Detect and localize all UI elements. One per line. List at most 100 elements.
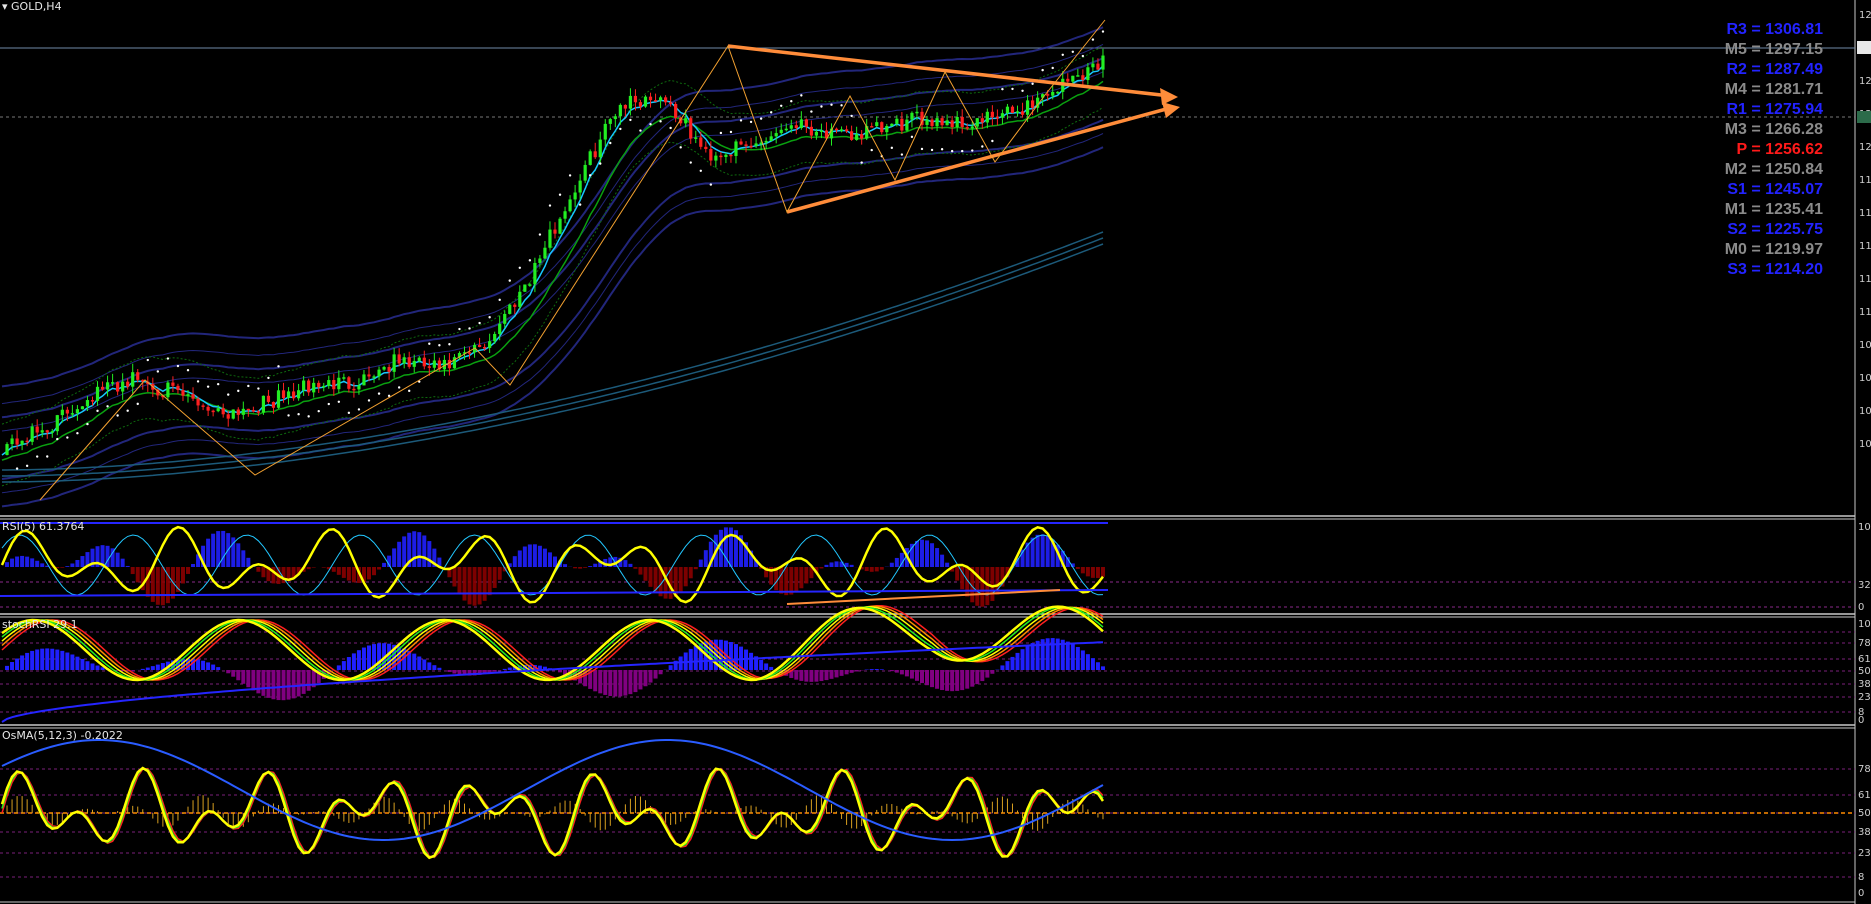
rsi-histogram-bar [789, 567, 794, 595]
rsi-histogram-bar [487, 567, 492, 596]
candle-body [392, 354, 396, 372]
sar-dot [206, 385, 210, 388]
candle-body [256, 411, 260, 413]
stoch-histogram-bar [1045, 638, 1050, 670]
sar-dot [961, 149, 964, 153]
rsi-histogram-bar [427, 541, 432, 567]
stoch-histogram-bar [593, 670, 598, 692]
stoch-histogram-bar [55, 649, 60, 670]
rsi-histogram-bar [10, 558, 15, 567]
stoch-histogram-bar [623, 670, 628, 696]
sar-dot [1051, 66, 1054, 70]
rsi-histogram-bar [537, 545, 542, 567]
stoch-histogram-bar [90, 663, 95, 670]
rsi-histogram-bar [1045, 536, 1050, 567]
stoch-histogram-bar [60, 650, 65, 670]
price-chart[interactable]: RSI(5) 61.3764 stochRSI 29.1 OsMA(5,12,3… [0, 0, 1871, 904]
stoch-histogram-bar [824, 670, 829, 681]
candle-body [397, 354, 401, 364]
candle-body [669, 102, 673, 104]
candle-body [1020, 111, 1025, 115]
candle-body [1015, 111, 1020, 113]
sar-dot [870, 148, 873, 152]
candle-body [538, 258, 542, 263]
sar-dot [277, 365, 280, 368]
candle-body [216, 408, 220, 412]
rsi-histogram-bar [990, 567, 995, 601]
stoch-histogram-bar [1015, 652, 1020, 670]
rsi-histogram-bar [35, 560, 40, 567]
rsi-histogram-bar [583, 567, 588, 568]
rsi-axis-tick: 32 [1858, 580, 1871, 591]
stoch-histogram-bar [336, 665, 341, 670]
osma-axis-tick: 23.6 [1858, 848, 1871, 859]
candle-body [246, 408, 250, 411]
rsi-histogram-bar [914, 540, 919, 567]
candle-body [166, 382, 170, 398]
indicator-axes: 10032010078.661.85038.223.68078.661.8503… [1858, 522, 1871, 899]
stoch-histogram-bar [1090, 658, 1095, 670]
stoch-histogram-bar [15, 658, 20, 670]
sar-dot [397, 386, 401, 389]
sar-dot [840, 104, 843, 107]
candle-body [297, 390, 301, 399]
rsi-histogram-bar [532, 544, 537, 567]
osma-axis-tick: 61.8 [1858, 790, 1871, 801]
candle-body [206, 406, 210, 411]
candle-body [60, 409, 64, 416]
rsi-histogram-bar [482, 567, 487, 601]
sar-dot [830, 103, 833, 106]
candle-body [85, 400, 90, 407]
candle-body [15, 438, 19, 445]
stoch-histogram-bar [759, 659, 764, 670]
candle-body [789, 125, 793, 129]
candle-body [1081, 75, 1085, 81]
price-axis-tick: 11 [1859, 208, 1871, 219]
stoch-histogram-bar [874, 669, 879, 670]
candle-body [744, 144, 748, 146]
stoch-histogram-bar [809, 670, 814, 682]
stoch-histogram-bar [507, 667, 512, 670]
stoch-histogram-bar [608, 670, 613, 697]
candle-body [855, 134, 859, 140]
stoch-histogram-bar [356, 650, 361, 670]
sar-dot [488, 316, 491, 319]
candle-body [588, 151, 592, 165]
rsi-histogram-bar [588, 566, 593, 567]
price-axis-tick: 11 [1859, 175, 1871, 186]
rsi-histogram-bar [65, 566, 70, 567]
candle-body [930, 119, 934, 126]
rsi-histogram-bar [955, 567, 960, 581]
candle-body [970, 126, 974, 129]
price-axis-tick: 10 [1859, 340, 1871, 351]
sar-dot [498, 298, 501, 302]
rsi-panel [0, 522, 1855, 608]
sar-dot [176, 364, 180, 368]
stoch-histogram-bar [638, 670, 643, 690]
rsi-histogram-bar [563, 564, 568, 567]
stoch-histogram-bar [246, 670, 251, 688]
stoch-histogram-bar [35, 649, 40, 670]
candle-body [945, 120, 949, 126]
candle-body [533, 262, 537, 285]
candle-body [890, 123, 894, 126]
sar-dot [76, 431, 79, 435]
rsi-histogram-bar [241, 550, 246, 567]
pivot-level-label: M3 = 1266.28 [1725, 121, 1823, 138]
sar-dot [1021, 89, 1024, 92]
stoch-histogram-bar [985, 670, 990, 678]
candle-body [40, 430, 44, 433]
stoch-histogram-bar [829, 670, 834, 679]
rsi-histogram-bar [336, 567, 341, 575]
rsi-histogram-bar [1025, 542, 1030, 567]
rsi-histogram-bar [115, 552, 120, 567]
stoch-histogram-bar [970, 670, 975, 687]
candle-body [1071, 75, 1075, 82]
candle-body [261, 395, 266, 413]
candle-body [734, 141, 738, 156]
candle-body [905, 119, 909, 131]
panel-borders [0, 0, 1856, 904]
candle-body [377, 369, 381, 377]
rsi-histogram-bar [130, 567, 135, 575]
candle-body [196, 398, 200, 406]
